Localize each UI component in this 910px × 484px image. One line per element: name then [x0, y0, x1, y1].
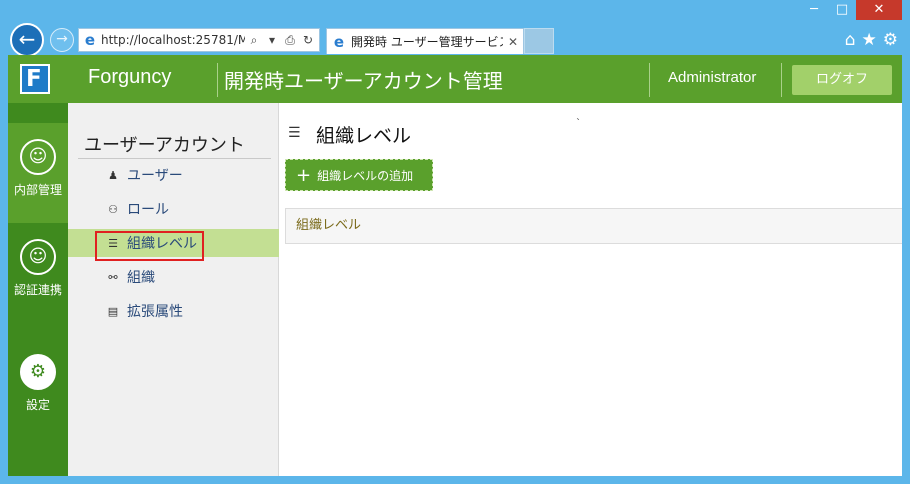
dropdown-arrow-icon[interactable]: ▾: [263, 33, 281, 47]
page-title: 組織レベル: [316, 125, 412, 147]
sidebar-item-label: 組織: [127, 270, 155, 286]
mouse-cursor-icon: `: [576, 118, 581, 129]
org-tree-icon: ⚯: [108, 270, 118, 284]
new-tab-button[interactable]: [524, 28, 554, 54]
back-arrow-icon[interactable]: ←: [10, 23, 44, 57]
sidebar-item-roles[interactable]: ⚇ ロール: [68, 195, 279, 223]
logout-button[interactable]: ログオフ: [792, 65, 892, 95]
sidebar-item-org-levels[interactable]: ☰ 組織レベル: [68, 229, 279, 261]
sidebar-item-label: ロール: [127, 202, 169, 218]
favorites-star-icon[interactable]: ★: [862, 30, 877, 50]
internal-management-icon: ☺: [20, 139, 56, 175]
rail-item-settings[interactable]: ⚙ 設定: [8, 338, 68, 438]
main-content: ☰ 組織レベル ` + 組織レベルの追加 組織レベル: [280, 103, 902, 476]
group-icon: ⚇: [108, 202, 118, 216]
rail-label: 設定: [25, 398, 50, 412]
rail-item-internal-management[interactable]: ☺ 内部管理: [8, 123, 68, 223]
page-header-title: 開発時ユーザーアカウント管理: [224, 69, 503, 93]
sidebar-item-organizations[interactable]: ⚯ 組織: [68, 263, 279, 291]
plus-icon: +: [296, 164, 312, 186]
app-area: F Forguncy 開発時ユーザーアカウント管理 Administrator …: [8, 55, 902, 476]
authentication-link-icon: ☺: [20, 239, 56, 275]
grid-column-header[interactable]: 組織レベル: [285, 208, 902, 244]
rail-label: 認証連携: [13, 283, 62, 297]
browser-tab[interactable]: e 開発時 ユーザー管理サービス ✕: [326, 28, 524, 54]
address-bar[interactable]: e http://localhost:25781/M ⌕ ▾ ⎙ ↻: [78, 28, 320, 52]
sidebar: ユーザーアカウント ♟ ユーザー ⚇ ロール ☰ 組織レベル ⚯ 組織 ▤ 拡張: [68, 103, 279, 476]
highlight-box: [95, 231, 204, 261]
browser-tools: ⌂ ★ ⚙: [845, 30, 898, 50]
sidebar-divider: [78, 158, 271, 159]
minimize-button[interactable]: ─: [800, 0, 828, 20]
ie-logo-icon: e: [84, 31, 96, 49]
url-text[interactable]: http://localhost:25781/M: [101, 33, 245, 47]
module-rail: ☺ 内部管理 ☺ 認証連携 ⚙ 設定: [8, 103, 68, 476]
sidebar-item-extended-attributes[interactable]: ▤ 拡張属性: [68, 297, 279, 325]
app-header: F Forguncy 開発時ユーザーアカウント管理 Administrator …: [8, 55, 902, 103]
header-divider: [649, 63, 650, 97]
refresh-icon[interactable]: ↻: [299, 33, 317, 47]
gear-icon: ⚙: [20, 354, 56, 390]
current-user: Administrator: [668, 69, 757, 86]
tab-title: 開発時 ユーザー管理サービス: [351, 35, 503, 49]
forward-arrow-icon[interactable]: →: [50, 28, 74, 52]
search-icon[interactable]: ⌕: [245, 33, 263, 48]
extended-attributes-icon: ▤: [107, 304, 119, 318]
home-icon[interactable]: ⌂: [845, 30, 856, 50]
add-button-label: 組織レベルの追加: [317, 168, 414, 183]
sidebar-item-label: 拡張属性: [127, 304, 183, 320]
sidebar-item-label: ユーザー: [127, 168, 183, 184]
header-divider: [781, 63, 782, 97]
rail-label: 内部管理: [13, 183, 62, 197]
person-icon: ♟: [108, 168, 118, 182]
add-org-level-button[interactable]: + 組織レベルの追加: [285, 159, 433, 191]
compat-view-icon[interactable]: ⎙: [281, 33, 299, 48]
maximize-button[interactable]: □: [828, 0, 856, 20]
brand-name: Forguncy: [88, 66, 172, 88]
close-window-button[interactable]: ✕: [856, 0, 902, 20]
window-controls: ─ □ ✕: [800, 0, 902, 22]
tab-close-icon[interactable]: ✕: [503, 35, 523, 49]
sidebar-item-users[interactable]: ♟ ユーザー: [68, 161, 279, 189]
rail-item-authentication[interactable]: ☺ 認証連携: [8, 223, 68, 323]
forguncy-logo-icon: F: [20, 64, 50, 94]
ie-logo-icon: e: [333, 32, 345, 51]
browser-window: ─ □ ✕ ← → e http://localhost:25781/M ⌕ ▾…: [0, 0, 910, 484]
settings-gear-icon[interactable]: ⚙: [883, 30, 898, 50]
sidebar-heading: ユーザーアカウント: [84, 135, 245, 156]
header-divider: [217, 63, 218, 97]
level-list-icon: ☰: [288, 125, 301, 141]
